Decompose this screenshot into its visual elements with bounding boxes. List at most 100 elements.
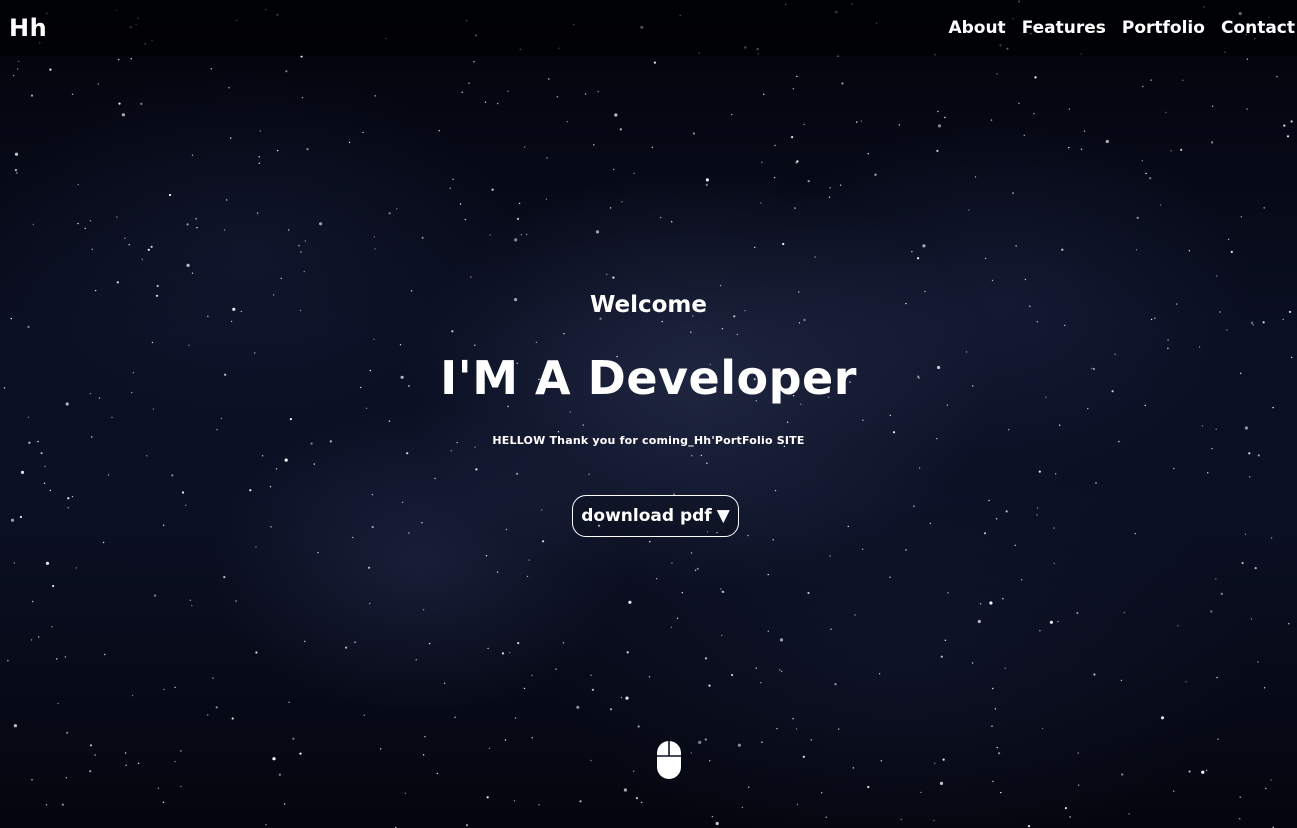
nav-item-features[interactable]: Features	[1022, 16, 1106, 40]
star	[940, 655, 943, 658]
star	[223, 229, 226, 231]
star	[1272, 406, 1274, 409]
star	[767, 573, 769, 576]
star	[30, 639, 33, 641]
star	[731, 113, 733, 116]
star	[704, 657, 708, 660]
star	[141, 258, 143, 261]
star	[1005, 510, 1008, 513]
star	[438, 130, 440, 132]
star	[1149, 177, 1152, 180]
star	[13, 562, 15, 564]
star	[839, 184, 842, 186]
star	[796, 75, 798, 78]
star	[276, 149, 279, 152]
star	[593, 144, 595, 146]
star	[694, 569, 697, 571]
star	[313, 463, 315, 465]
star	[528, 559, 530, 561]
star	[258, 156, 260, 158]
star	[269, 486, 272, 488]
star	[1201, 425, 1204, 427]
welcome-heading: Welcome	[589, 292, 708, 318]
star	[708, 684, 711, 687]
star	[595, 230, 600, 234]
star	[984, 532, 986, 535]
star	[1080, 148, 1083, 150]
star	[576, 705, 580, 709]
star	[862, 419, 864, 421]
star	[452, 178, 454, 180]
star	[628, 600, 632, 604]
star	[772, 539, 774, 541]
star	[19, 515, 22, 519]
star	[526, 575, 529, 578]
star	[474, 344, 476, 346]
star	[655, 578, 658, 580]
star	[761, 161, 763, 163]
star	[124, 237, 126, 239]
star	[720, 588, 722, 590]
star	[782, 242, 785, 246]
star	[1211, 105, 1214, 107]
nav-item-portfolio[interactable]: Portfolio	[1122, 16, 1205, 40]
star	[280, 277, 282, 280]
star	[690, 752, 692, 754]
star	[944, 116, 946, 119]
star	[449, 187, 451, 189]
star	[265, 824, 267, 826]
star	[374, 95, 376, 97]
star	[1061, 248, 1064, 251]
star	[944, 639, 947, 641]
star	[1135, 249, 1138, 251]
star	[408, 532, 410, 534]
star	[97, 83, 100, 85]
star	[546, 157, 548, 159]
star	[1078, 784, 1080, 786]
star	[156, 284, 159, 288]
star	[75, 567, 78, 569]
mouse-icon[interactable]	[656, 740, 682, 780]
star	[1018, 102, 1020, 105]
star	[174, 760, 176, 763]
star	[847, 525, 849, 528]
star	[102, 541, 105, 544]
nav-item-contact[interactable]: Contact	[1221, 16, 1295, 40]
star	[911, 251, 913, 253]
star	[542, 540, 545, 543]
star	[371, 493, 374, 496]
star	[118, 102, 121, 105]
star	[922, 244, 926, 248]
star	[404, 792, 406, 794]
star	[107, 474, 110, 476]
star	[1167, 339, 1169, 341]
star	[283, 803, 286, 805]
star	[798, 322, 801, 324]
star	[507, 405, 509, 408]
star	[1254, 567, 1257, 570]
star	[1008, 429, 1010, 431]
nav-item-about[interactable]: About	[948, 16, 1005, 40]
download-pdf-button[interactable]: download pdf ▼	[572, 495, 739, 537]
star	[626, 651, 629, 654]
star	[548, 78, 550, 80]
star	[676, 617, 679, 619]
star	[352, 536, 354, 539]
star	[388, 212, 391, 215]
star	[354, 641, 356, 643]
star	[1207, 472, 1209, 474]
star	[653, 61, 657, 64]
star	[541, 509, 543, 511]
star	[856, 121, 858, 123]
star	[1263, 207, 1265, 209]
star	[191, 272, 194, 274]
site-logo[interactable]: Hh	[9, 13, 47, 43]
star	[776, 728, 778, 730]
star	[705, 178, 710, 182]
star	[371, 525, 374, 529]
star	[380, 748, 382, 750]
star	[852, 767, 854, 769]
star	[399, 344, 402, 346]
star	[1246, 108, 1248, 110]
star	[889, 576, 891, 578]
